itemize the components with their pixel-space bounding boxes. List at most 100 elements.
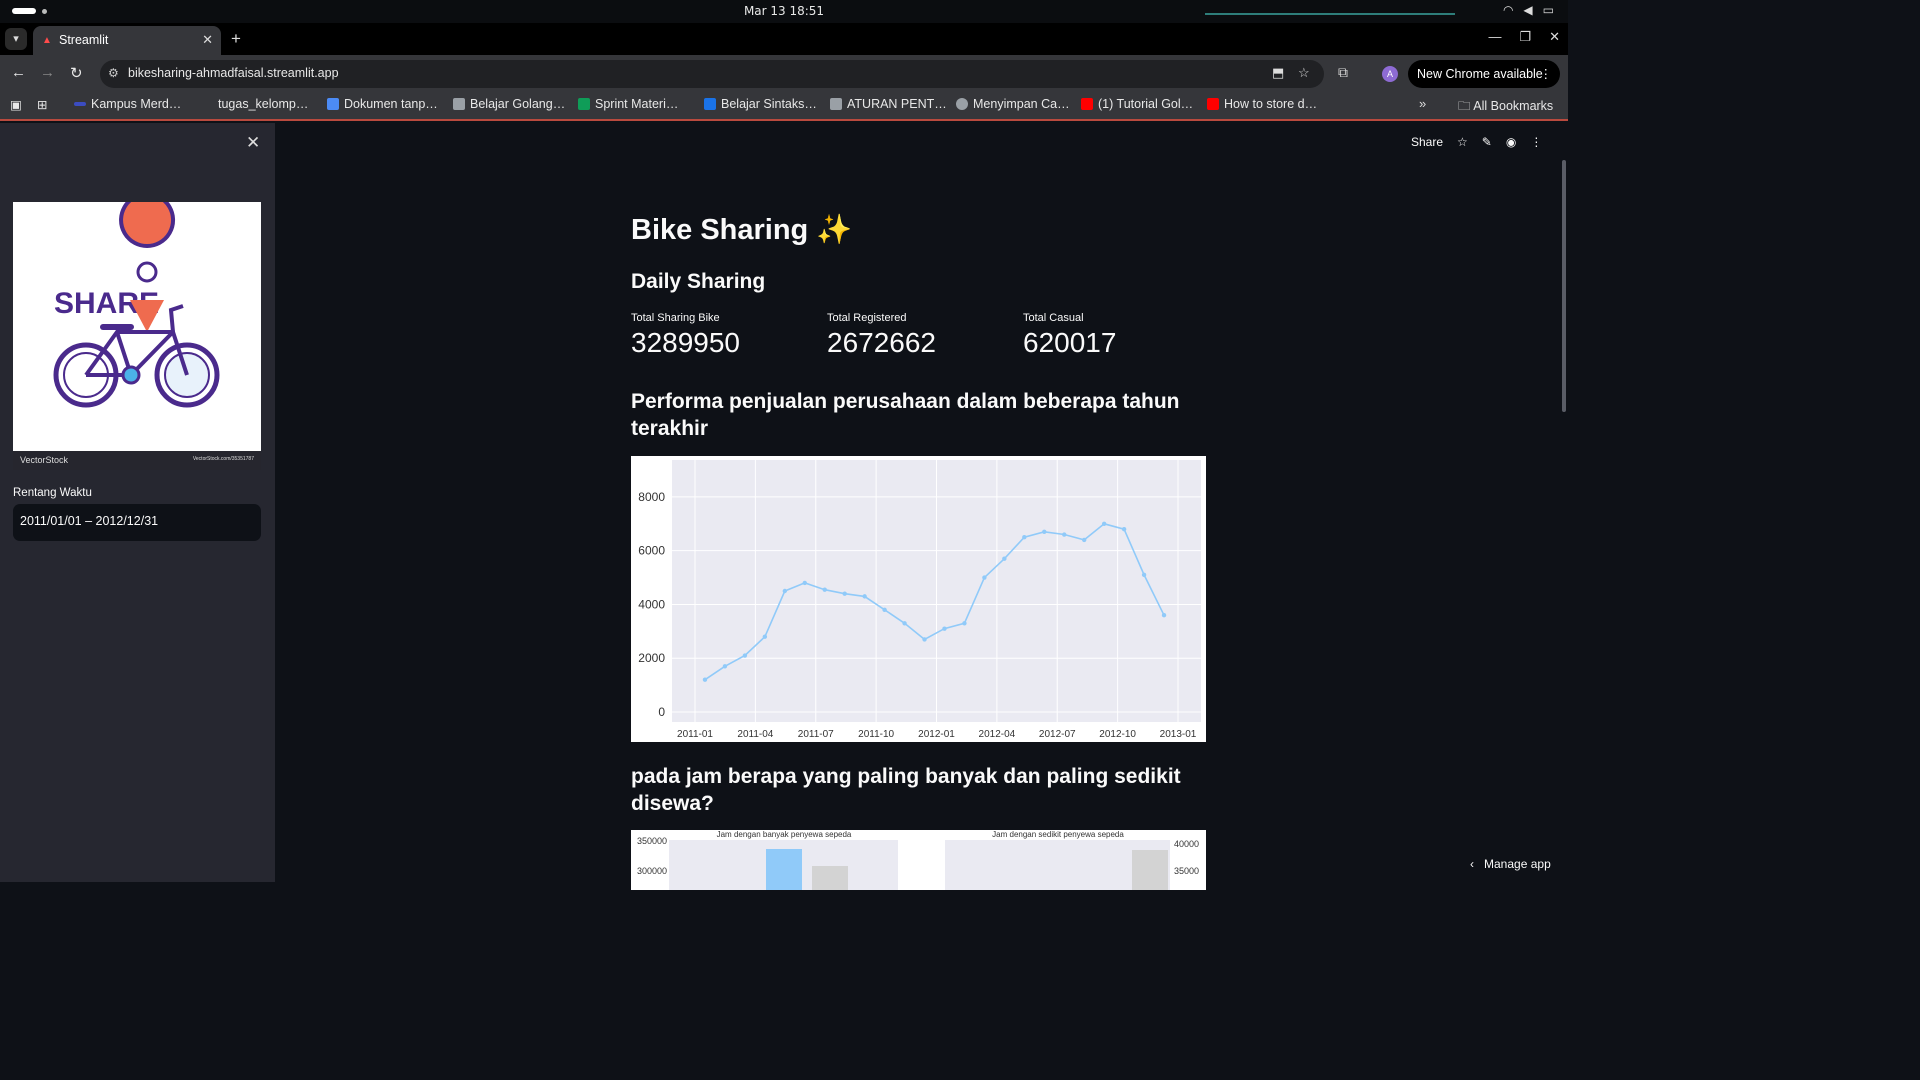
tab-streamlit[interactable]: ▲ Streamlit ✕ xyxy=(33,26,221,55)
data-point xyxy=(1022,535,1027,540)
data-point xyxy=(1141,572,1147,578)
main-menu-icon[interactable]: ⋮ xyxy=(1530,135,1542,149)
daily-rentals-line-chart: 0 2000 4000 6000 8000 2011-01 2011-04 2011-07 20… xyxy=(631,456,1206,742)
notion-icon xyxy=(830,98,842,110)
metric-value: 3289950 xyxy=(631,327,741,358)
youtube-icon xyxy=(1081,98,1093,110)
handlebar-shape xyxy=(168,304,184,333)
bookmark-item[interactable]: Kampus Merd… xyxy=(74,97,181,111)
manage-app-button[interactable]: ‹ Manage app xyxy=(1470,857,1551,871)
data-point xyxy=(922,637,927,642)
close-sidebar-icon[interactable]: ✕ xyxy=(246,133,260,153)
close-tab-icon[interactable]: ✕ xyxy=(202,32,213,48)
data-point xyxy=(882,607,887,613)
x-tick-label: 2011-04 xyxy=(737,729,773,740)
address-bar[interactable]: ⚙ bikesharing-ahmadfaisal.streamlit.app … xyxy=(100,60,1324,88)
data-point xyxy=(1042,529,1047,535)
x-tick-label: 2012-01 xyxy=(918,729,955,740)
y-tick-label: 6000 xyxy=(638,544,665,558)
reload-icon[interactable]: ↻ xyxy=(70,64,83,82)
wifi-icon: ◠ xyxy=(1502,3,1514,17)
y-tick-label: 4000 xyxy=(638,597,665,611)
bookmark-item[interactable]: Sprint Materi… xyxy=(578,97,678,111)
data-point xyxy=(742,653,748,658)
metric-total-registered: Total Registered 2672662 xyxy=(827,312,1017,359)
x-tick-label: 2012-10 xyxy=(1099,729,1136,740)
line-chart-svg: 0 2000 4000 6000 8000 2011-01 2011-04 2011-07 20… xyxy=(638,460,1201,740)
install-app-icon[interactable]: ⬒ xyxy=(1272,65,1284,81)
bookmark-star-icon[interactable]: ☆ xyxy=(1298,65,1310,81)
close-window-icon[interactable]: ✕ xyxy=(1549,29,1560,45)
volume-icon: ◀ xyxy=(1523,3,1533,17)
url-text[interactable]: bikesharing-ahmadfaisal.streamlit.app xyxy=(128,66,339,80)
date-range-input[interactable]: 2011/01/01 – 2012/12/31 xyxy=(13,504,261,541)
vectorstock-brand: VectorStock xyxy=(20,455,69,465)
data-point xyxy=(802,580,807,586)
page-title: Bike Sharing ✨ xyxy=(631,214,853,246)
star-icon[interactable]: ☆ xyxy=(1457,135,1468,149)
bar-charts-svg: Jam dengan banyak penyewa sepeda Jam deng… xyxy=(637,830,1199,890)
data-point xyxy=(762,634,768,639)
new-tab-icon[interactable]: + xyxy=(231,29,241,49)
profile-avatar[interactable]: A xyxy=(1382,66,1398,82)
forward-icon[interactable]: → xyxy=(40,64,55,81)
minimize-icon[interactable]: — xyxy=(1488,29,1501,45)
metric-total-casual: Total Casual 620017 xyxy=(1023,312,1213,359)
bookmark-item[interactable]: How to store d… xyxy=(1207,97,1317,111)
system-tray[interactable]: ◠ ◀ ▭ xyxy=(1503,3,1554,17)
bookmark-item[interactable]: Menyimpan Ca… xyxy=(956,97,1070,111)
share-bike-logo: SHARE VectorStock VectorStock.com/353517… xyxy=(13,202,261,470)
apps-icon[interactable]: ⊞ xyxy=(37,97,47,112)
docs-icon xyxy=(327,98,339,110)
more-bookmarks-icon[interactable]: » xyxy=(1419,96,1426,111)
bike-illustration: SHARE xyxy=(53,202,220,408)
metric-label: Total Casual xyxy=(1023,312,1084,324)
hourly-bar-charts: Jam dengan banyak penyewa sepeda Jam deng… xyxy=(631,830,1206,890)
bookmark-item[interactable]: ATURAN PENT… xyxy=(830,97,947,111)
data-point xyxy=(822,587,827,592)
extensions-icon[interactable]: ⧉ xyxy=(1338,64,1348,81)
restore-icon[interactable]: ❐ xyxy=(1519,29,1531,45)
tab-strip: ▾ ▲ Streamlit ✕ + — ❐ ✕ xyxy=(0,23,1568,55)
share-button[interactable]: Share xyxy=(1411,135,1443,149)
data-point xyxy=(1101,521,1107,526)
edit-icon[interactable]: ✎ xyxy=(1482,135,1492,149)
data-point xyxy=(782,588,788,594)
bookmark-item[interactable]: tugas_kelomp… xyxy=(201,97,308,111)
github-icon[interactable]: ◉ xyxy=(1506,135,1516,149)
more-menu-icon: ⋮ xyxy=(1539,67,1553,81)
performance-heading: Performa penjualan perusahaan dalam bebe… xyxy=(631,390,1180,440)
reading-list-icon[interactable]: ▣ xyxy=(10,97,22,112)
bookmark-item[interactable]: Belajar Golang… xyxy=(453,97,565,111)
bookmark-item[interactable]: Dokumen tanp… xyxy=(327,97,438,111)
bookmark-item[interactable]: Belajar Sintaks… xyxy=(704,97,817,111)
tab-search-button[interactable]: ▾ xyxy=(5,28,27,50)
pin-center-shape xyxy=(136,261,158,283)
hours-heading: pada jam berapa yang paling banyak dan p… xyxy=(631,765,1181,815)
chevron-left-icon: ‹ xyxy=(1470,857,1478,871)
update-label: New Chrome available xyxy=(1417,67,1543,81)
location-pin-shape xyxy=(119,202,176,248)
new-chrome-available-button[interactable]: New Chrome available ⋮ xyxy=(1408,60,1560,88)
right-y-tick-label: 40000 xyxy=(1174,839,1199,849)
bookmark-item[interactable]: (1) Tutorial Gol… xyxy=(1081,97,1193,111)
clock[interactable]: Mar 13 18:51 xyxy=(0,4,1568,18)
all-bookmarks-button[interactable]: 🗀 All Bookmarks xyxy=(1458,97,1553,118)
page-scrollbar[interactable] xyxy=(1562,160,1566,412)
navigation-bar: ← → ↻ ⚙ bikesharing-ahmadfaisal.streamli… xyxy=(0,55,1568,93)
bookmark-favicon-icon xyxy=(201,98,213,110)
pedal-shape xyxy=(121,365,141,385)
data-point xyxy=(962,621,967,626)
window-controls: — ❐ ✕ xyxy=(1488,29,1560,45)
data-point xyxy=(942,626,947,631)
bookmark-favicon-icon xyxy=(74,102,86,106)
logo-caption: VectorStock VectorStock.com/35351787 xyxy=(13,451,261,470)
metric-value: 620017 xyxy=(1023,327,1117,358)
data-point xyxy=(842,591,847,596)
daily-sharing-heading: Daily Sharing xyxy=(631,270,766,293)
data-point xyxy=(1081,537,1087,543)
back-icon[interactable]: ← xyxy=(11,64,26,81)
y-tick-label: 0 xyxy=(658,705,665,719)
youtube-icon xyxy=(1207,98,1219,110)
site-info-icon[interactable]: ⚙ xyxy=(108,66,119,80)
